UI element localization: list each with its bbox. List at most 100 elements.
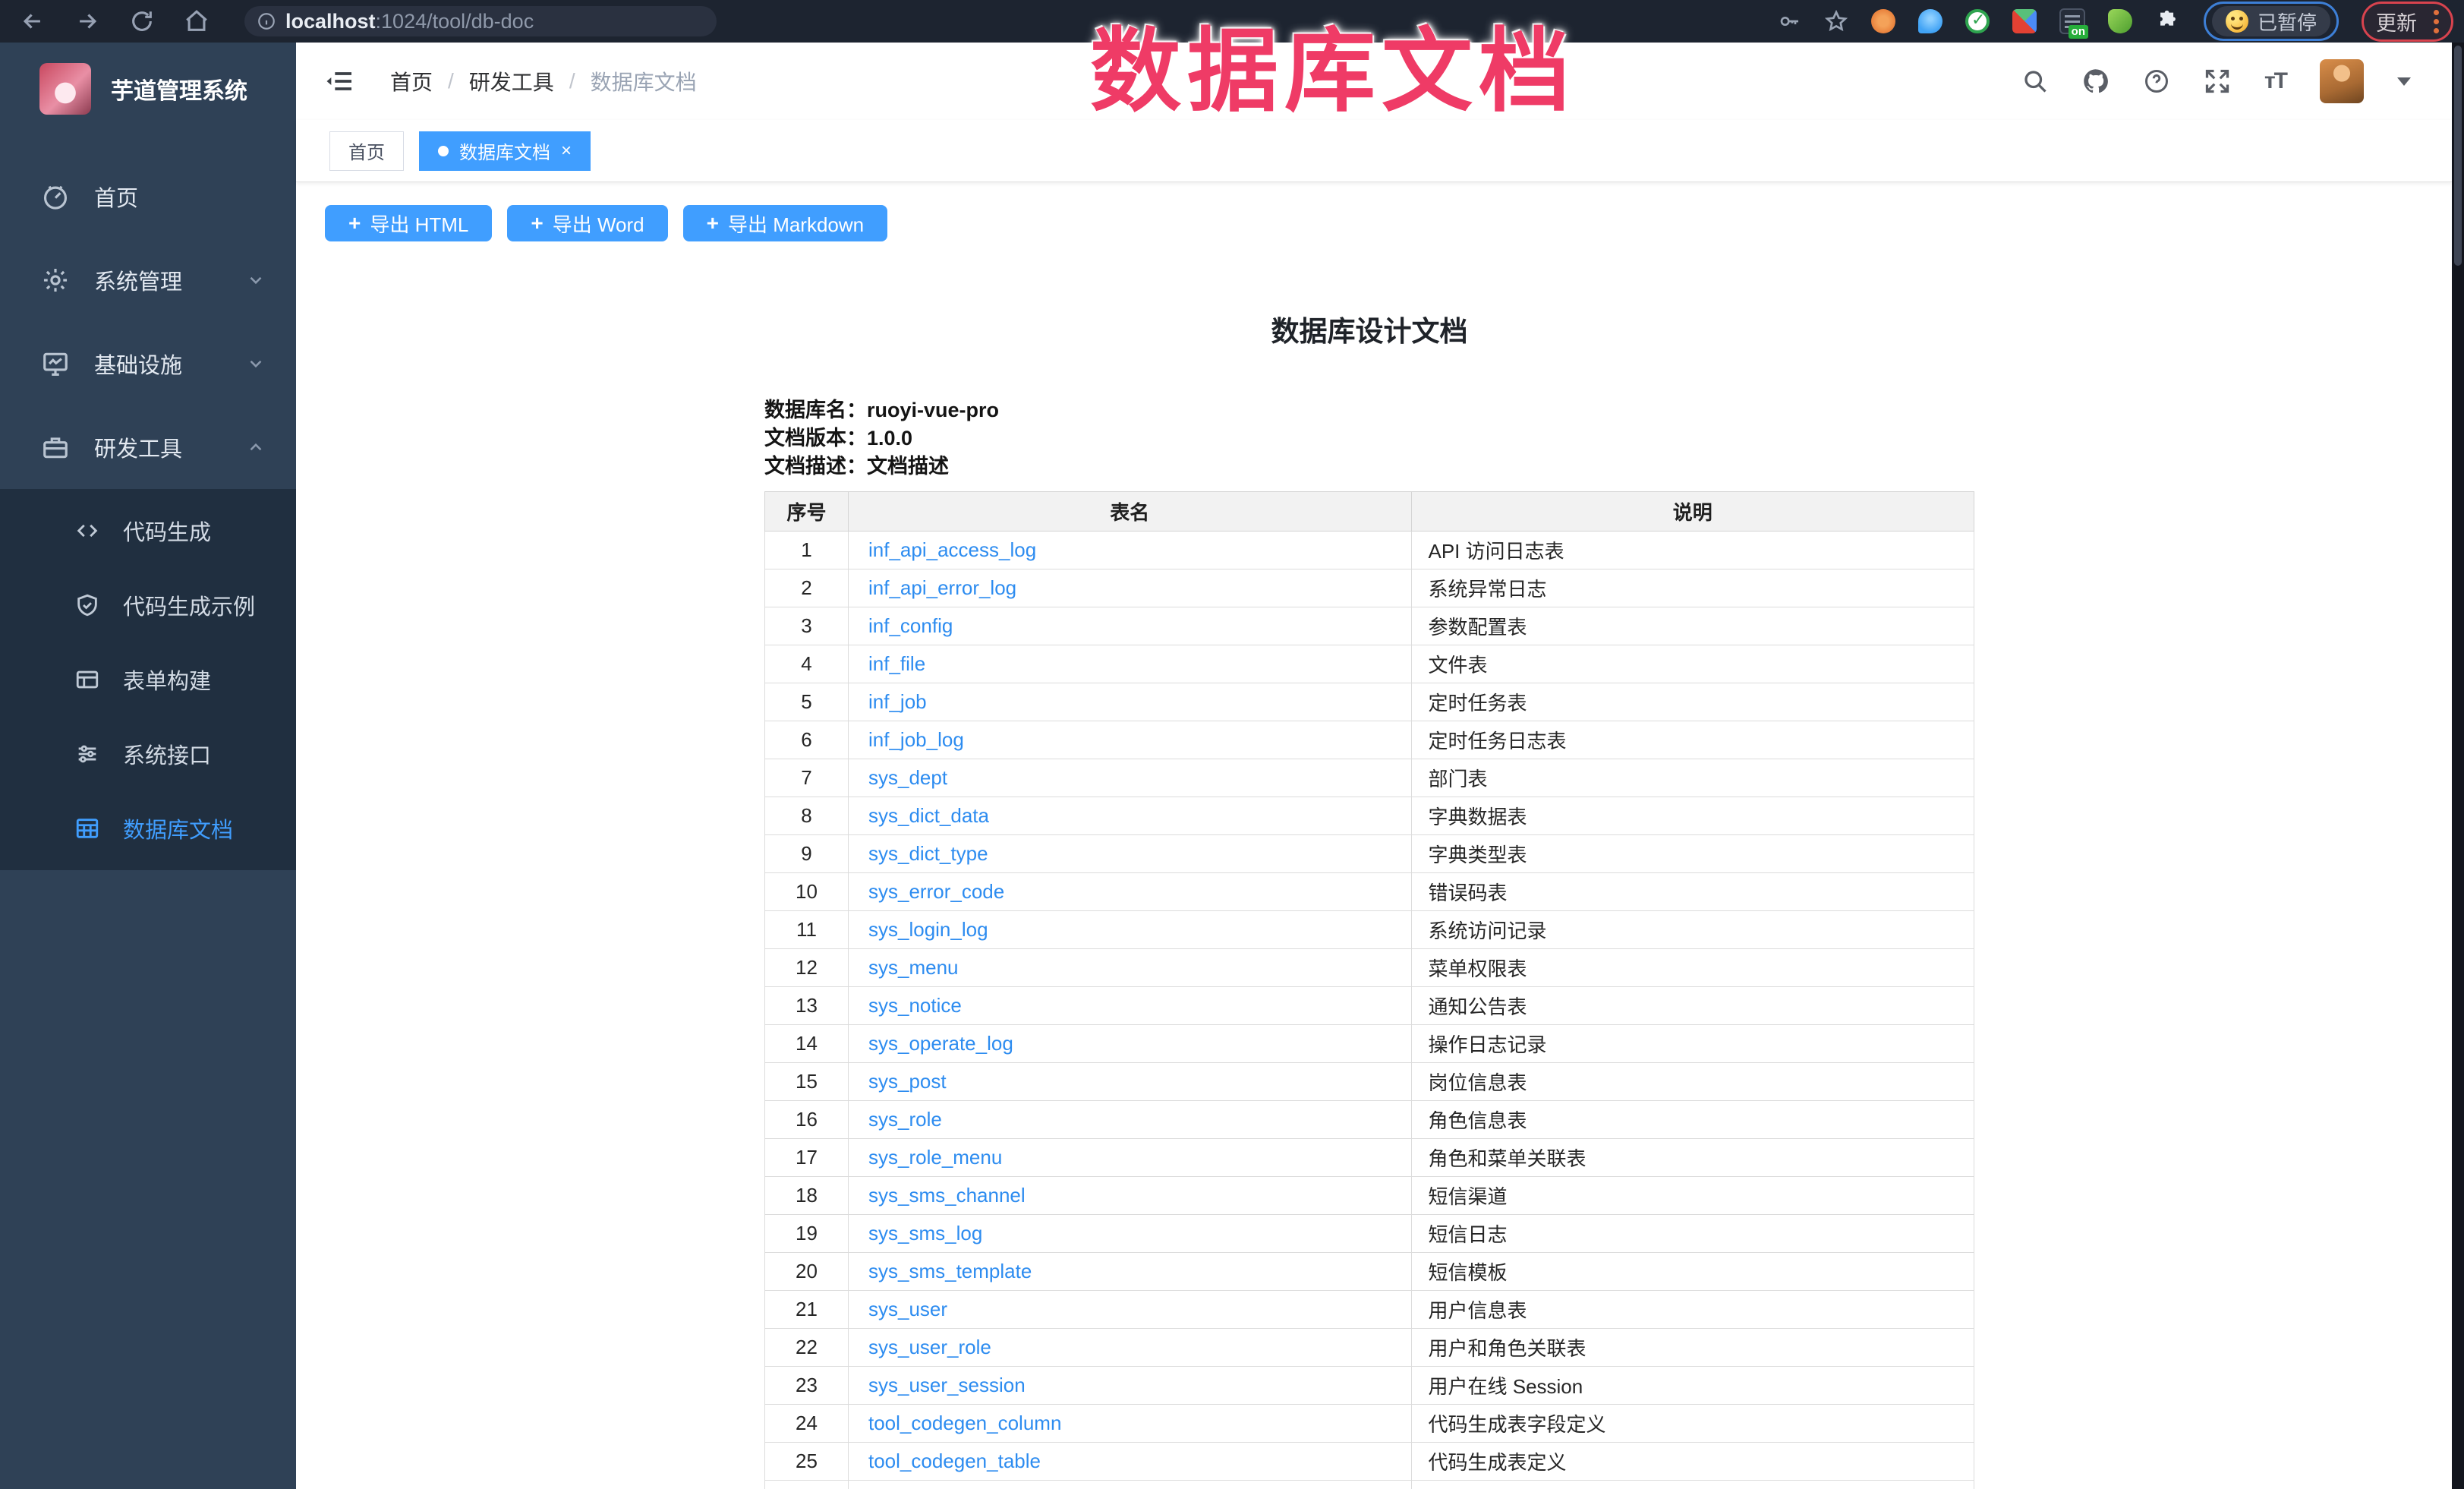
table-name-link[interactable]: sys_post (868, 1070, 947, 1093)
breadcrumb-home[interactable]: 首页 (390, 66, 433, 96)
col-header-index: 序号 (765, 492, 849, 532)
row-description: 参数配置表 (1411, 607, 1974, 645)
table-name-link[interactable]: sys_operate_log (868, 1032, 1013, 1055)
reload-icon (129, 8, 155, 34)
table-row: 18 sys_sms_channel 短信渠道 (765, 1177, 1974, 1215)
table-name-link[interactable]: tool_codegen_table (868, 1450, 1041, 1472)
table-row: 8 sys_dict_data 字典数据表 (765, 797, 1974, 835)
tables-overview-table: 序号 表名 说明 1 inf_api_access_log API 访问日志表 … (764, 491, 1974, 1489)
sidebar-item-system[interactable]: 系统管理 (0, 238, 296, 322)
sidebar-item-home[interactable]: 首页 (0, 155, 296, 238)
sidebar-item-codegen[interactable]: 代码生成 (0, 494, 296, 568)
export-html-button[interactable]: + 导出 HTML (325, 205, 492, 241)
tag-home[interactable]: 首页 (329, 131, 404, 171)
row-description: API 访问日志表 (1411, 532, 1974, 569)
address-bar[interactable]: localhost:1024/tool/db-doc (244, 6, 717, 36)
meta-doc-version: 文档版本：1.0.0 (764, 424, 1974, 453)
arrow-right-icon (74, 8, 100, 34)
leaf-extension-icon[interactable] (2108, 9, 2132, 33)
table-row: 6 inf_job_log 定时任务日志表 (765, 721, 1974, 759)
tag-label: 数据库文档 (459, 137, 550, 164)
table-name-link[interactable]: sys_menu (868, 956, 959, 979)
tag-close-icon[interactable]: × (561, 142, 572, 160)
table-name-link[interactable]: sys_dept (868, 766, 947, 789)
user-avatar[interactable] (2320, 59, 2364, 103)
table-name-link[interactable]: inf_file (868, 652, 925, 675)
row-description: 错误码表 (1411, 873, 1974, 911)
table-name-link[interactable]: inf_job (868, 690, 927, 713)
table-row: 25 tool_codegen_table 代码生成表定义 (765, 1443, 1974, 1481)
page-scrollbar[interactable] (2452, 43, 2464, 1489)
font-size-icon[interactable]: тT (2264, 68, 2286, 94)
breadcrumb-devtools[interactable]: 研发工具 (469, 66, 554, 96)
row-description: 短信渠道 (1411, 1177, 1974, 1215)
table-row: 15 sys_post 岗位信息表 (765, 1063, 1974, 1101)
github-icon[interactable] (2082, 68, 2110, 95)
fullscreen-icon[interactable] (2204, 68, 2231, 95)
table-name-link[interactable]: sys_user_role (868, 1336, 991, 1358)
paused-label: 已暂停 (2258, 8, 2317, 36)
row-index: 25 (765, 1443, 849, 1481)
url-text[interactable]: localhost:1024/tool/db-doc (285, 10, 534, 33)
check-extension-icon[interactable] (1965, 9, 1990, 33)
chevron-up-icon (246, 437, 266, 457)
table-name-link[interactable]: tool_codegen_column (868, 1412, 1061, 1434)
browser-forward-button[interactable] (74, 8, 100, 34)
password-key-icon[interactable] (1777, 9, 1801, 33)
browser-reload-button[interactable] (129, 8, 155, 34)
app-logo-row[interactable]: 芋道管理系统 (0, 43, 296, 121)
chrome-update-button[interactable]: 更新 (2376, 7, 2417, 36)
sidebar-item-system-api[interactable]: 系统接口 (0, 717, 296, 791)
extension-icon[interactable] (1871, 9, 1895, 33)
location-pin-extension-icon[interactable] (1918, 9, 1943, 33)
help-icon[interactable] (2143, 68, 2170, 95)
extensions-puzzle-icon[interactable] (2155, 8, 2181, 34)
export-markdown-button[interactable]: + 导出 Markdown (683, 205, 888, 241)
table-row: 5 inf_job 定时任务表 (765, 683, 1974, 721)
site-info-icon[interactable] (257, 11, 276, 31)
table-name-link[interactable]: sys_error_code (868, 880, 1004, 903)
table-row: 4 inf_file 文件表 (765, 645, 1974, 683)
browser-home-button[interactable] (184, 8, 210, 34)
table-name-link[interactable]: sys_sms_template (868, 1260, 1032, 1282)
arrow-left-icon (20, 8, 46, 34)
avatar-caret-down-icon[interactable] (2397, 77, 2411, 86)
table-name-link[interactable]: sys_user_session (868, 1374, 1026, 1396)
table-name-link[interactable]: sys_notice (868, 994, 962, 1017)
bookmark-star-icon[interactable] (1824, 9, 1848, 33)
export-word-button[interactable]: + 导出 Word (507, 205, 667, 241)
table-name-link[interactable]: inf_api_access_log (868, 538, 1036, 561)
browser-back-button[interactable] (20, 8, 46, 34)
meta-doc-desc: 文档描述：文档描述 (764, 453, 1974, 481)
table-name-link[interactable]: sys_role (868, 1108, 942, 1131)
table-name-link[interactable]: sys_sms_channel (868, 1184, 1026, 1207)
table-name-link[interactable]: sys_sms_log (868, 1222, 982, 1245)
sidebar-item-codegen-example[interactable]: 代码生成示例 (0, 568, 296, 642)
table-name-link[interactable]: inf_config (868, 614, 953, 637)
table-name-link[interactable]: sys_role_menu (868, 1146, 1002, 1169)
search-icon[interactable] (2021, 68, 2049, 95)
export-toolbar: + 导出 HTML + 导出 Word + 导出 Markdown (296, 182, 2452, 241)
table-name-link[interactable]: inf_api_error_log (868, 576, 1016, 599)
sidebar-item-devtools[interactable]: 研发工具 (0, 405, 296, 489)
profile-paused-badge[interactable]: 已暂停 (2212, 6, 2330, 36)
table-name-link[interactable]: sys_dict_type (868, 842, 988, 865)
tag-db-doc[interactable]: 数据库文档 × (419, 131, 591, 171)
sidebar-collapse-button[interactable] (325, 66, 355, 96)
grid-extension-icon[interactable] (2012, 9, 2037, 33)
table-name-link[interactable]: sys_dict_data (868, 804, 989, 827)
row-index: 2 (765, 569, 849, 607)
scrollbar-thumb[interactable] (2454, 46, 2462, 266)
row-index: 17 (765, 1139, 849, 1177)
row-index: 8 (765, 797, 849, 835)
table-name-link[interactable]: inf_job_log (868, 728, 964, 751)
sidebar-item-db-doc[interactable]: 数据库文档 (0, 791, 296, 866)
row-description: 文件表 (1411, 645, 1974, 683)
row-description: 短信模板 (1411, 1253, 1974, 1291)
table-name-link[interactable]: sys_user (868, 1298, 947, 1320)
sidebar-item-form-builder[interactable]: 表单构建 (0, 642, 296, 717)
sidebar-item-infra[interactable]: 基础设施 (0, 322, 296, 405)
table-name-link[interactable]: sys_login_log (868, 918, 988, 941)
switch-extension-icon[interactable]: on (2059, 8, 2085, 34)
browser-menu-kebab-icon[interactable] (2434, 10, 2439, 33)
